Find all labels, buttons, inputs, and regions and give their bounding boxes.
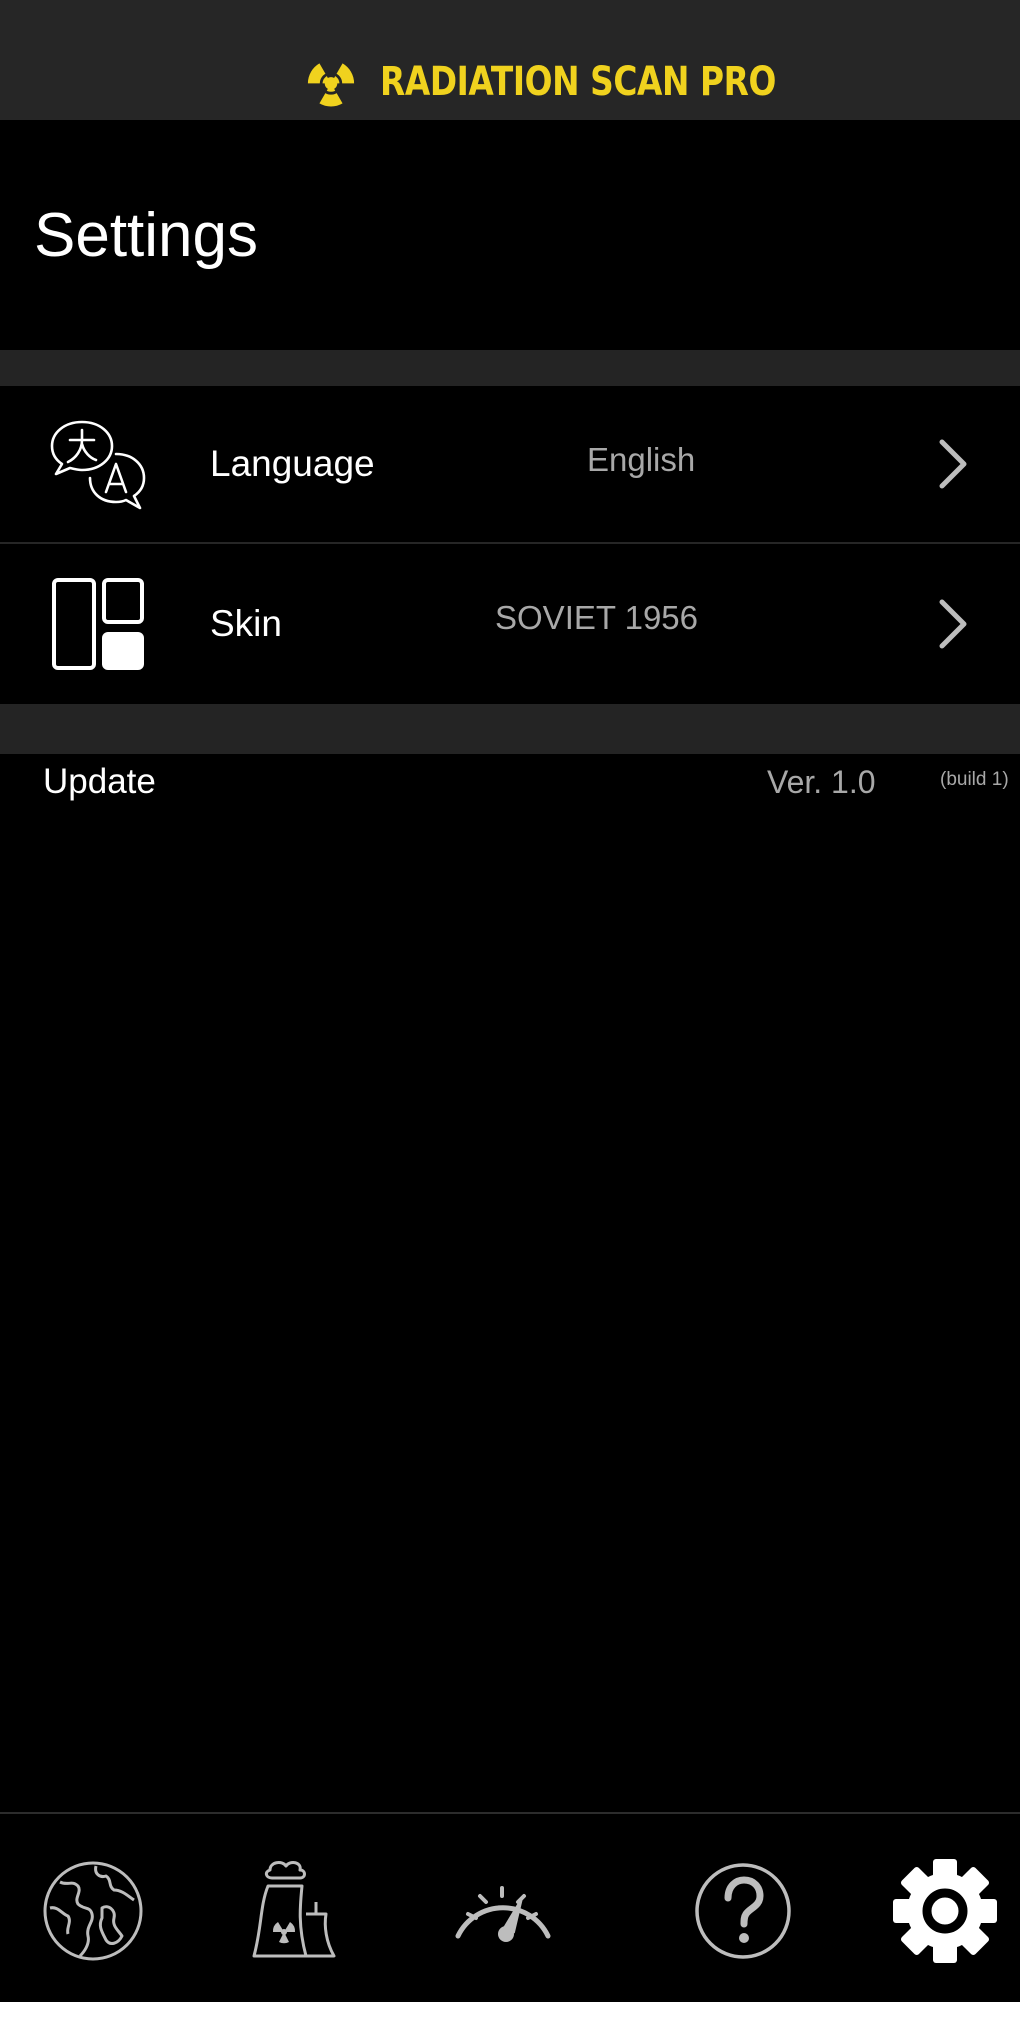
bottom-tab-bar [0, 1812, 1020, 2004]
section-divider [0, 704, 1020, 754]
version-text: Ver. 1.0 [767, 764, 876, 800]
layout-panels-icon [52, 578, 144, 670]
language-label: Language [210, 443, 375, 484]
chevron-right-icon [939, 599, 967, 649]
tab-map[interactable] [38, 1856, 148, 1966]
tab-help[interactable] [688, 1856, 798, 1966]
brand: RADIATION SCAN PRO [296, 46, 863, 118]
question-circle-icon [695, 1863, 791, 1959]
app-title: RADIATION SCAN PRO [380, 59, 776, 105]
update-label: Update [43, 762, 156, 801]
skin-value: SOVIET 1956 [495, 599, 699, 636]
gauge-icon [455, 1886, 551, 1942]
system-navigation-strip [0, 2002, 1020, 2040]
app-screen: RADIATION SCAN PRO Settings Language Eng… [0, 0, 1020, 2040]
skin-label: Skin [210, 603, 282, 644]
app-header: RADIATION SCAN PRO [0, 0, 1020, 120]
tab-settings[interactable] [890, 1856, 1000, 1966]
language-row[interactable]: Language English [0, 386, 1020, 544]
translate-icon [50, 420, 146, 510]
nuclear-plant-icon [252, 1861, 336, 1958]
chevron-right-icon [939, 439, 967, 489]
tab-plants[interactable] [240, 1856, 350, 1966]
gear-icon [893, 1859, 997, 1963]
radiation-trefoil-icon [307, 63, 355, 107]
language-value: English [587, 441, 696, 478]
skin-row[interactable]: Skin SOVIET 1956 [0, 546, 1020, 702]
tab-meter[interactable] [448, 1856, 558, 1966]
update-row[interactable]: Update Ver. 1.0 (build 1) [0, 754, 1020, 810]
globe-icon [43, 1861, 143, 1961]
build-text: (build 1) [940, 769, 1009, 790]
page-title: Settings [34, 201, 259, 270]
section-divider [0, 350, 1020, 386]
